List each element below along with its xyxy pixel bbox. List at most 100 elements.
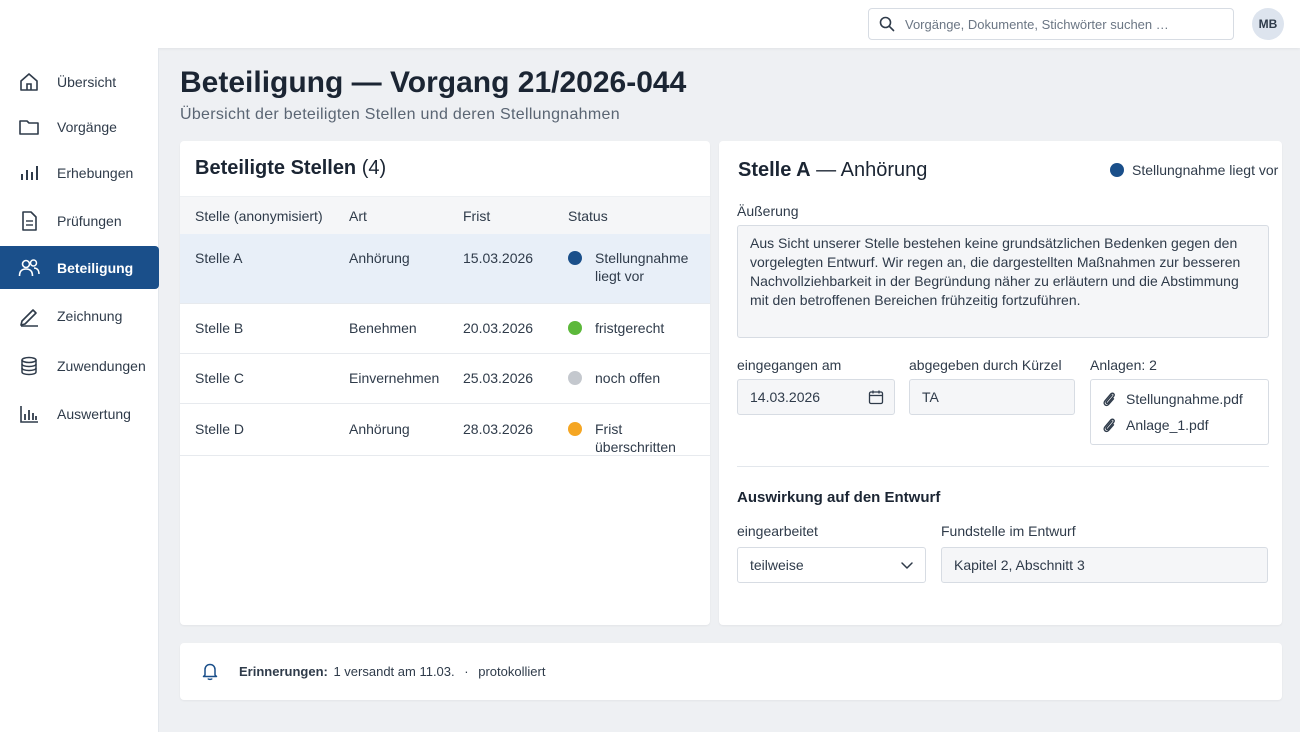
status-badge-text: Stellungnahme liegt vor xyxy=(1132,162,1279,178)
top-bar: MB xyxy=(0,0,1300,48)
cell-frist: 15.03.2026 xyxy=(463,250,534,266)
status-badge: Stellungnahme liegt vor xyxy=(1110,162,1278,178)
search-icon xyxy=(879,16,895,32)
column-header-stelle[interactable]: Stelle (anonymisiert) xyxy=(195,208,323,224)
attachment-name: Stellungnahme.pdf xyxy=(1126,391,1243,407)
attachment-link[interactable]: Stellungnahme.pdf xyxy=(1101,390,1243,408)
detail-title-stelle: Stelle A xyxy=(738,159,811,181)
sidebar-item-beteiligung[interactable]: Beteiligung xyxy=(0,246,159,289)
attachment-name: Anlage_1.pdf xyxy=(1126,417,1209,433)
sidebar: Übersicht Vorgänge Erhebungen Prüfungen … xyxy=(0,48,159,732)
bell-icon xyxy=(202,663,218,681)
aeusserung-textarea[interactable]: Aus Sicht unserer Stelle bestehen keine … xyxy=(737,225,1269,338)
detail-title-art: — Anhörung xyxy=(810,159,928,181)
status-dot xyxy=(568,371,582,385)
page-title: Beteiligung — Vorgang 21/2026-044 xyxy=(180,66,687,99)
cell-frist: 20.03.2026 xyxy=(463,320,534,336)
eingegangen-date-field[interactable]: 14.03.2026 xyxy=(737,379,895,415)
sidebar-item-label: Prüfungen xyxy=(57,212,122,229)
cell-stelle: Stelle B xyxy=(195,320,244,336)
cell-status: Stellungnahme liegt vor xyxy=(595,250,689,284)
folder-icon xyxy=(19,119,39,135)
database-icon xyxy=(21,356,37,375)
participants-card: Beteiligte Stellen (4) Stelle (anonymisi… xyxy=(180,141,710,625)
cell-status: noch offen xyxy=(595,370,661,386)
cell-status: fristgerecht xyxy=(595,320,665,336)
bar-chart-icon xyxy=(21,165,38,180)
sidebar-item-vorgaenge[interactable]: Vorgänge xyxy=(0,105,159,148)
home-icon xyxy=(20,72,38,91)
column-header-art[interactable]: Art xyxy=(349,208,367,224)
status-dot xyxy=(568,251,582,265)
users-icon xyxy=(18,258,40,276)
sidebar-item-uebersicht[interactable]: Übersicht xyxy=(0,60,159,103)
eingegangen-label: eingegangen am xyxy=(737,357,842,373)
column-header-status[interactable]: Status xyxy=(568,208,608,224)
participants-count: (4) xyxy=(361,157,387,179)
search-box[interactable] xyxy=(868,8,1234,40)
cell-stelle: Stelle D xyxy=(195,421,245,437)
table-row[interactable]: Stelle A Anhörung 15.03.2026 Stellungnah… xyxy=(180,234,710,304)
paperclip-icon xyxy=(1103,418,1115,433)
reminder-label: Erinnerungen: xyxy=(239,664,328,679)
page-subtitle: Übersicht der beteiligten Stellen und de… xyxy=(180,106,620,123)
status-dot xyxy=(568,422,582,436)
detail-title: Stelle A — Anhörung xyxy=(738,159,927,182)
detail-card: Stelle A — Anhörung Stellungnahme liegt … xyxy=(719,141,1282,625)
participants-title: Beteiligte Stellen (4) xyxy=(195,157,386,180)
eingegangen-value: 14.03.2026 xyxy=(750,389,821,405)
fundstelle-field[interactable]: Kapitel 2, Abschnitt 3 xyxy=(941,547,1268,583)
table-row[interactable]: Stelle C Einvernehmen 25.03.2026 noch of… xyxy=(180,354,710,404)
attachment-link[interactable]: Anlage_1.pdf xyxy=(1101,416,1209,434)
cell-stelle: Stelle C xyxy=(195,370,245,386)
sidebar-item-erhebungen[interactable]: Erhebungen xyxy=(0,151,159,194)
anlagen-label: Anlagen: 2 xyxy=(1090,357,1157,373)
kuerzel-field[interactable]: TA xyxy=(909,379,1075,415)
paperclip-icon xyxy=(1103,392,1115,407)
search-input[interactable] xyxy=(905,16,1225,32)
cell-art: Benehmen xyxy=(349,320,417,336)
section-title: Auswirkung auf den Entwurf xyxy=(737,489,941,506)
analytics-icon xyxy=(20,405,38,423)
document-icon xyxy=(22,210,37,231)
sidebar-item-zeichnung[interactable]: Zeichnung xyxy=(0,294,159,337)
sidebar-item-label: Erhebungen xyxy=(57,164,134,181)
cell-status: Frist überschritten xyxy=(595,421,676,455)
sidebar-item-zuwendungen[interactable]: Zuwendungen xyxy=(0,344,159,387)
sidebar-item-label: Auswertung xyxy=(57,405,131,422)
sidebar-item-pruefungen[interactable]: Prüfungen xyxy=(0,199,159,242)
column-header-frist[interactable]: Frist xyxy=(463,208,490,224)
eingearbeitet-label: eingearbeitet xyxy=(737,523,818,539)
chevron-down-icon xyxy=(901,562,913,569)
reminder-sent: 1 versandt am 11.03. xyxy=(333,664,455,679)
status-dot xyxy=(568,321,582,335)
attachments-box: Stellungnahme.pdf Anlage_1.pdf xyxy=(1090,379,1269,445)
eingearbeitet-value: teilweise xyxy=(750,557,804,573)
sidebar-item-label: Zuwendungen xyxy=(57,357,146,374)
status-dot xyxy=(1110,163,1124,177)
cell-art: Einvernehmen xyxy=(349,370,440,386)
avatar[interactable]: MB xyxy=(1252,8,1284,40)
table-row[interactable]: Stelle B Benehmen 20.03.2026 fristgerech… xyxy=(180,304,710,354)
calendar-icon[interactable] xyxy=(868,389,884,405)
sidebar-item-label: Vorgänge xyxy=(57,118,117,135)
reminder-logged: protokolliert xyxy=(478,664,546,679)
fundstelle-label: Fundstelle im Entwurf xyxy=(941,523,1076,539)
kuerzel-label: abgegeben durch Kürzel xyxy=(909,357,1062,373)
kuerzel-value: TA xyxy=(922,389,939,405)
cell-stelle: Stelle A xyxy=(195,250,243,266)
aeusserung-label: Äußerung xyxy=(737,203,799,219)
sidebar-item-label: Beteiligung xyxy=(57,259,134,276)
eingearbeitet-select[interactable]: teilweise xyxy=(737,547,926,583)
cell-art: Anhörung xyxy=(349,421,410,437)
reminder-text: Erinnerungen: 1 versandt am 11.03. · pro… xyxy=(239,664,545,679)
sidebar-item-auswertung[interactable]: Auswertung xyxy=(0,392,159,435)
participants-title-text: Beteiligte Stellen xyxy=(195,157,357,179)
divider xyxy=(737,466,1269,467)
cell-frist: 25.03.2026 xyxy=(463,370,534,386)
table-header: Stelle (anonymisiert) Art Frist Status xyxy=(180,196,710,234)
reminder-separator: · xyxy=(464,664,469,679)
table-row[interactable]: Stelle D Anhörung 28.03.2026 Frist übers… xyxy=(180,404,710,456)
cell-frist: 28.03.2026 xyxy=(463,421,534,437)
reminder-bar: Erinnerungen: 1 versandt am 11.03. · pro… xyxy=(180,643,1282,700)
